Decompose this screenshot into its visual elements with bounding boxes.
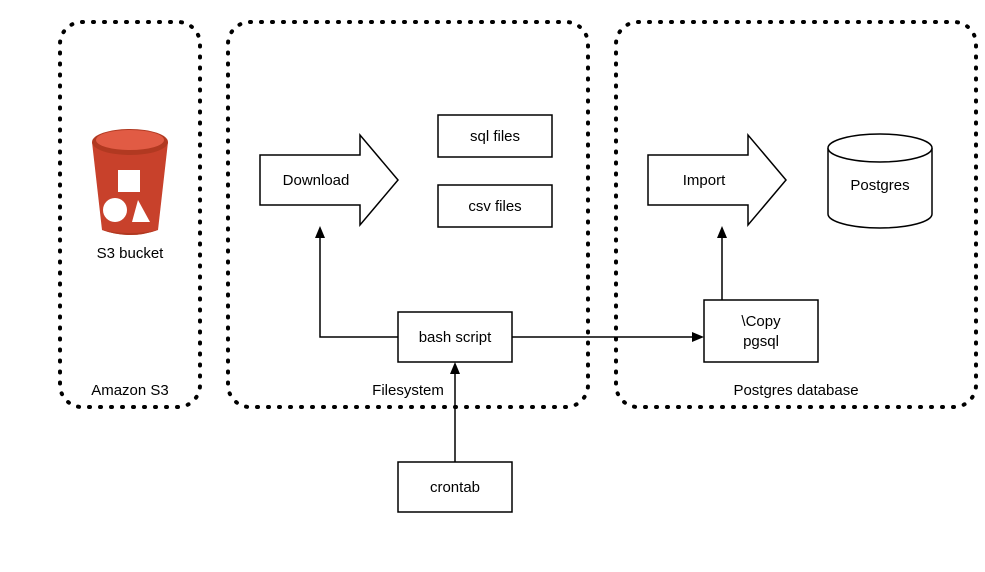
csv-files-label: csv files	[468, 198, 521, 215]
filesystem-container: Filesystem	[228, 22, 588, 407]
copy-pgsql-box: \Copy pgsql	[704, 300, 818, 362]
download-arrow-label: Download	[283, 172, 350, 189]
sql-files-box: sql files	[438, 115, 552, 157]
copy-pgsql-label1: \Copy	[741, 313, 781, 330]
edge-crontab-to-bash	[450, 362, 460, 462]
import-arrow-label: Import	[683, 172, 726, 189]
s3-bucket-label: S3 bucket	[97, 245, 165, 262]
edge-copy-to-import	[717, 226, 727, 300]
s3-bucket-icon: S3 bucket	[92, 129, 168, 262]
postgres-cylinder-label: Postgres	[850, 177, 909, 194]
copy-pgsql-label2: pgsql	[743, 333, 779, 350]
import-arrow: Import	[648, 135, 786, 225]
sql-files-label: sql files	[470, 128, 520, 145]
filesystem-label: Filesystem	[372, 382, 444, 399]
crontab-box: crontab	[398, 462, 512, 512]
bash-script-label: bash script	[419, 329, 492, 346]
crontab-label: crontab	[430, 479, 480, 496]
postgres-cylinder: Postgres	[828, 134, 932, 228]
download-arrow: Download	[260, 135, 398, 225]
csv-files-box: csv files	[438, 185, 552, 227]
amazon-s3-label: Amazon S3	[91, 382, 169, 399]
edge-bash-to-copy	[512, 332, 704, 342]
bash-script-box: bash script	[398, 312, 512, 362]
postgres-db-label: Postgres database	[733, 382, 858, 399]
edge-bash-to-download	[315, 226, 398, 337]
